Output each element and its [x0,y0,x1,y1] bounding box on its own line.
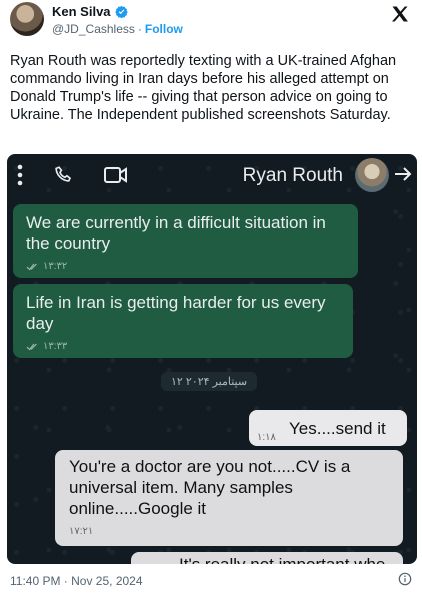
verified-badge-icon [114,5,128,18]
message-bubble-outgoing: You're a doctor are you not.....CV is a … [55,450,403,546]
message-text: We are currently in a difficult situatio… [26,213,326,253]
message-time: ۱۳:۳۲ [43,261,68,272]
message-bubble-outgoing: ۱:۱۸ Yes....send it [249,410,407,446]
phone-icon [55,166,72,182]
follow-button[interactable]: Follow [145,22,183,36]
message-meta: ۱۷:۲۱ [55,519,403,542]
message-time: ۱:۱۸ [257,432,276,443]
read-check-icon [26,343,37,351]
contact-avatar [355,158,389,192]
author-handle[interactable]: @JD_Cashless [52,22,135,36]
message-meta: ۱۳:۳۲ [13,256,358,283]
author-name[interactable]: Ken Silva [52,4,111,19]
tweet-text: Ryan Routh was reportedly texting with a… [10,53,397,123]
message-time: ۱۳:۳۳ [43,341,68,352]
video-icon [104,167,127,183]
chat-topbar: Ryan Routh [7,154,417,198]
message-meta: ۱۳:۳۳ [13,336,353,363]
separator-dot: · [137,22,142,36]
tweet-header: Ken Silva @JD_Cashless · Follow [0,0,422,44]
message-text: It's really not important whe [179,554,385,564]
author-avatar[interactable] [10,2,44,36]
info-icon[interactable] [398,572,412,586]
read-check-icon [26,263,37,271]
message-time: ۱۷:۲۱ [69,526,94,537]
more-vert-icon [17,164,23,186]
author-name-row: Ken Silva [52,4,128,19]
x-logo-icon[interactable] [390,4,410,24]
message-bubble-incoming: Life in Iran is getting harder for us ev… [13,284,353,358]
tweet-timestamp[interactable]: 11:40 PM · Nov 25, 2024 [10,574,143,588]
embedded-chat-screenshot[interactable]: Ryan Routh We are currently in a difficu… [7,154,417,564]
message-text: You're a doctor are you not.....CV is a … [69,457,351,518]
date-separator: ۱۲ سپتامبر ۲۰۲۴ [161,372,258,391]
arrow-right-icon [395,167,412,181]
message-bubble-incoming: We are currently in a difficult situatio… [13,204,358,278]
contact-name: Ryan Routh [242,165,343,186]
author-handle-row: @JD_Cashless · Follow [52,22,183,36]
message-text: Yes....send it [289,419,386,438]
message-bubble-partial: It's really not important whe [131,552,403,564]
message-text: Life in Iran is getting harder for us ev… [26,293,326,333]
